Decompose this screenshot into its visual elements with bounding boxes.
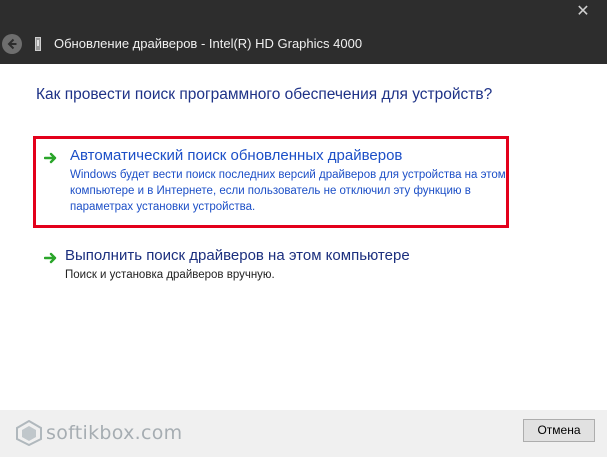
manual-search-description: Поиск и установка драйверов вручную. — [65, 269, 275, 281]
page-heading: Как провести поиск программного обеспече… — [36, 86, 493, 103]
close-icon: ✕ — [576, 3, 590, 20]
watermark-logo-icon — [16, 420, 42, 446]
cancel-button[interactable]: Отмена — [523, 419, 595, 442]
back-arrow-icon — [7, 38, 17, 50]
back-button[interactable] — [2, 34, 22, 54]
window-title: Обновление драйверов - Intel(R) HD Graph… — [54, 36, 363, 51]
device-icon — [35, 37, 41, 51]
auto-search-description: Windows будет вести поиск последних верс… — [70, 169, 506, 213]
watermark-text: softikbox.com — [46, 422, 183, 444]
watermark: softikbox.com — [16, 418, 182, 448]
close-button[interactable]: ✕ — [573, 2, 593, 22]
title-bar: ✕ Обновление драйверов - Intel(R) HD Gra… — [0, 0, 607, 64]
manual-search-title: Выполнить поиск драйверов на этом компью… — [65, 247, 410, 264]
manual-search-option[interactable]: Выполнить поиск драйверов на этом компью… — [33, 244, 509, 290]
auto-search-title: Автоматический поиск обновленных драйвер… — [70, 147, 403, 164]
auto-search-option[interactable]: Автоматический поиск обновленных драйвер… — [33, 136, 509, 228]
green-arrow-icon — [44, 152, 57, 164]
green-arrow-icon — [44, 252, 57, 264]
